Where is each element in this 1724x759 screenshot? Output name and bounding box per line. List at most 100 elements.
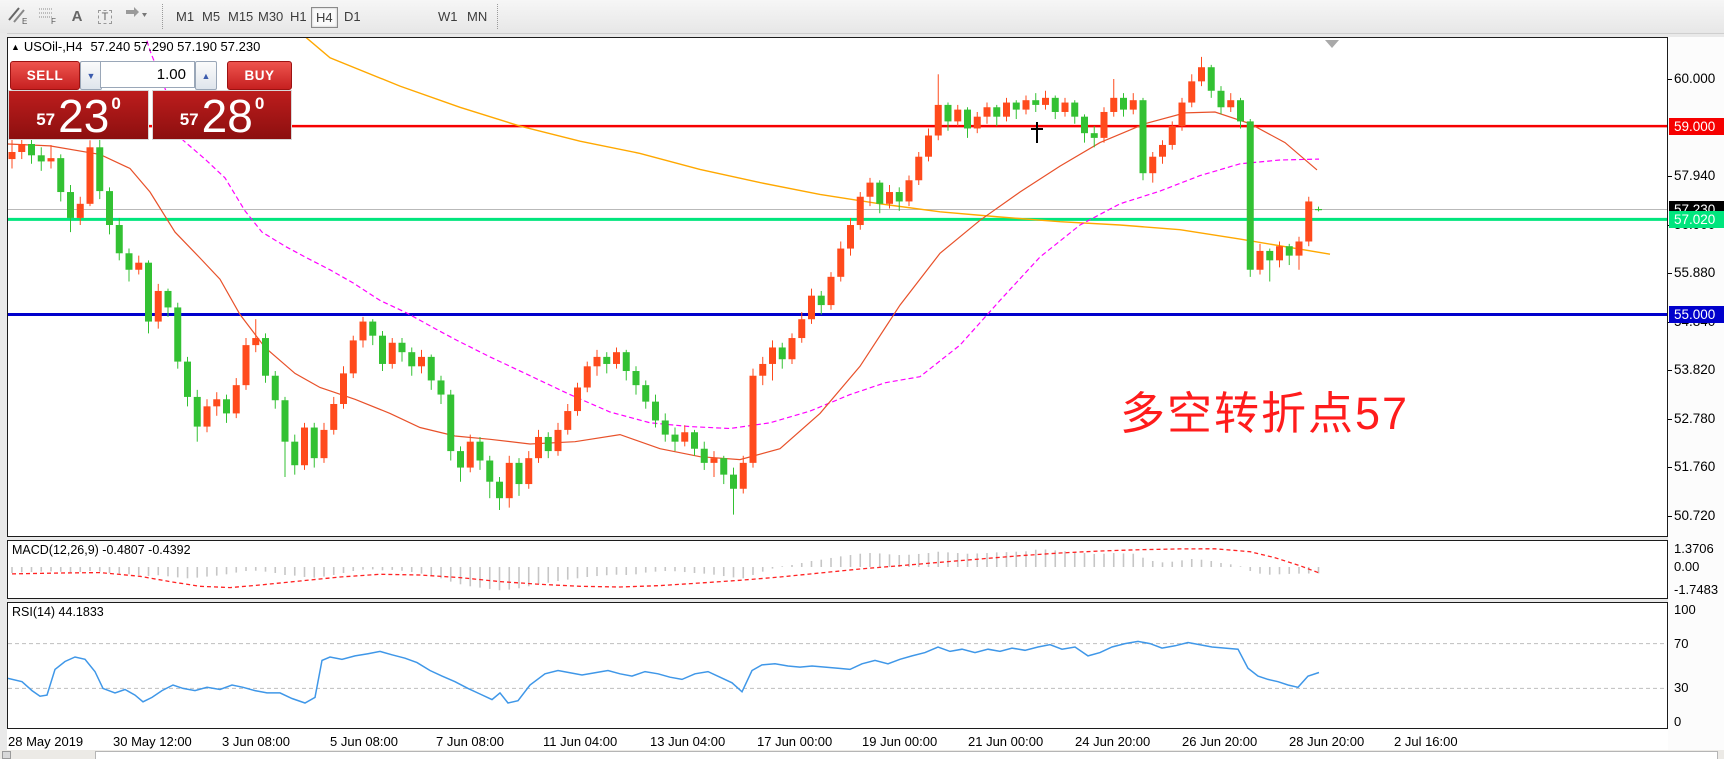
sell-price-sup: 0 <box>111 94 120 114</box>
candle <box>486 456 493 498</box>
time-axis-label[interactable]: 19 Jun 00:00 <box>862 734 937 749</box>
time-axis-label[interactable]: 11 Jun 04:00 <box>543 734 617 749</box>
candle <box>1179 98 1186 131</box>
candle <box>1003 98 1010 122</box>
buy-price-box[interactable]: 57 28 0 <box>152 90 292 140</box>
sell-price-big: 23 <box>58 96 109 136</box>
candle <box>974 112 981 133</box>
time-axis-label[interactable]: 28 Jun 20:00 <box>1289 734 1364 749</box>
price-axis-tick <box>1668 176 1672 177</box>
candle <box>1101 107 1108 142</box>
candle <box>321 423 328 463</box>
trading-platform-window: E F A T M1M5M15M30H1H4D1W1MN <box>0 0 1724 759</box>
sell-price-small: 57 <box>36 110 55 130</box>
candle <box>642 380 649 408</box>
volume-up-button[interactable]: ▲ <box>195 61 217 90</box>
candle <box>594 350 601 376</box>
candle <box>623 350 630 381</box>
volume-input[interactable] <box>100 61 195 88</box>
candle <box>223 395 230 423</box>
sell-price-box[interactable]: 57 23 0 <box>8 90 149 140</box>
price-axis-label: 60.000 <box>1674 71 1715 87</box>
candle <box>701 442 708 470</box>
candle <box>428 355 435 390</box>
time-axis-label[interactable]: 26 Jun 20:00 <box>1182 734 1257 749</box>
candle <box>350 336 357 378</box>
candle <box>126 249 133 282</box>
time-axis-label[interactable]: 30 May 12:00 <box>113 734 192 749</box>
candle <box>38 147 45 171</box>
candle <box>954 105 961 126</box>
time-axis-label[interactable]: 3 Jun 08:00 <box>222 734 290 749</box>
candle <box>681 425 688 446</box>
one-click-trade-panel: SELL ▼ ▲ BUY 57 23 0 57 28 0 <box>8 57 292 139</box>
candle <box>57 154 64 201</box>
candle <box>1013 100 1020 119</box>
time-axis-label[interactable]: 17 Jun 00:00 <box>757 734 832 749</box>
price-axis-label: 52.780 <box>1674 411 1715 427</box>
candle <box>1120 93 1127 117</box>
volume-down-button[interactable]: ▼ <box>80 61 102 90</box>
sell-button[interactable]: SELL <box>10 61 80 90</box>
candle <box>525 451 532 489</box>
candle <box>106 187 113 234</box>
candle <box>1032 93 1039 112</box>
candle <box>418 350 425 374</box>
time-axis-label[interactable]: 7 Jun 08:00 <box>436 734 504 749</box>
candle <box>750 369 757 468</box>
macd-layer <box>12 549 1319 590</box>
candle <box>301 423 308 470</box>
candle <box>720 456 727 484</box>
candle <box>360 317 367 348</box>
candle <box>555 423 562 456</box>
macd-axis-label: -1.7483 <box>1674 583 1718 597</box>
rsi-axis-label: 0 <box>1674 715 1681 729</box>
symbol-collapse-icon[interactable]: ▲ <box>11 42 20 52</box>
buy-button[interactable]: BUY <box>227 61 292 90</box>
candle <box>438 376 445 404</box>
candle <box>808 289 815 324</box>
candle <box>1071 100 1078 124</box>
candle <box>194 390 201 442</box>
candle <box>1237 98 1244 129</box>
chart-shift-triangle-icon[interactable] <box>1325 40 1339 48</box>
candle <box>1149 152 1156 183</box>
buy-price-small: 57 <box>180 110 199 130</box>
candle <box>535 430 542 463</box>
candle <box>282 397 289 477</box>
candle <box>389 338 396 369</box>
candle <box>340 366 347 408</box>
candle <box>369 319 376 345</box>
time-axis-label[interactable]: 13 Jun 04:00 <box>650 734 725 749</box>
candle <box>789 333 796 364</box>
time-axis-label[interactable]: 5 Jun 08:00 <box>330 734 398 749</box>
candle <box>964 107 971 138</box>
candle <box>818 291 825 315</box>
candle <box>1296 237 1303 270</box>
time-axis-label[interactable]: 21 Jun 00:00 <box>968 734 1043 749</box>
candle <box>457 446 464 481</box>
price-axis-label: 53.820 <box>1674 362 1715 378</box>
candle <box>1081 114 1088 142</box>
candle <box>1286 244 1293 265</box>
price-axis-tick <box>1668 419 1672 420</box>
candle <box>1247 119 1254 277</box>
candle <box>408 347 415 375</box>
candle <box>252 319 259 352</box>
candle <box>116 218 123 260</box>
candle <box>633 366 640 394</box>
candle <box>330 397 337 435</box>
candle <box>87 140 94 206</box>
price-axis-label: 50.720 <box>1674 508 1715 524</box>
tab-scroll-button[interactable] <box>2 751 11 759</box>
chart-tab-bar[interactable] <box>95 751 1718 759</box>
time-axis-label[interactable]: 2 Jul 16:00 <box>1394 734 1458 749</box>
candle <box>984 103 991 124</box>
time-axis-label[interactable]: 24 Jun 20:00 <box>1075 734 1150 749</box>
price-badge-57.020: 57.020 <box>1669 211 1724 228</box>
rsi-layer <box>8 641 1667 703</box>
candle <box>145 260 152 333</box>
candle <box>155 284 162 329</box>
candle <box>925 128 932 161</box>
time-axis-label[interactable]: 28 May 2019 <box>8 734 83 749</box>
